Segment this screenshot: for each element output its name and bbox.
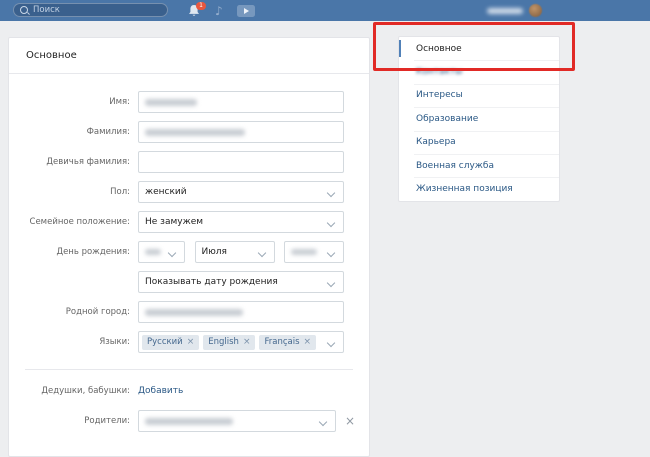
redacted-value	[145, 309, 243, 316]
redacted-value	[145, 418, 233, 425]
section-divider	[25, 369, 353, 370]
first-name-label: Имя:	[9, 97, 138, 107]
page-title: Основное	[26, 50, 77, 61]
chevron-down-icon	[168, 249, 176, 257]
maiden-name-input[interactable]	[138, 151, 344, 173]
video-play-icon[interactable]	[237, 5, 255, 17]
chevron-down-icon	[327, 249, 335, 257]
music-note-icon[interactable]: ♪	[215, 5, 223, 17]
menu-item-osnovnoe[interactable]: Основное	[399, 37, 559, 60]
last-name-input[interactable]	[138, 121, 344, 143]
menu-item-label: Основное	[416, 44, 462, 54]
menu-item-label: Интересы	[416, 90, 463, 100]
redacted-value	[145, 129, 245, 136]
first-name-input[interactable]	[138, 91, 344, 113]
chevron-down-icon	[327, 279, 335, 287]
languages-label: Языки:	[9, 337, 138, 347]
panel-header: Основное	[9, 38, 369, 74]
remove-parents-icon[interactable]: ×	[345, 415, 355, 427]
search-icon	[20, 6, 28, 14]
search-placeholder: Поиск	[33, 5, 60, 15]
language-chip-label: Русский	[147, 337, 183, 347]
marital-status-label: Семейное положение:	[9, 217, 138, 227]
maiden-name-label: Девичья фамилия:	[9, 157, 138, 167]
redacted-value	[291, 249, 317, 255]
menu-item-interesy[interactable]: Интересы	[399, 84, 559, 107]
menu-item-label: Образование	[416, 114, 478, 124]
gender-select[interactable]: женский	[138, 181, 344, 203]
redacted-value	[145, 99, 197, 106]
form-row-birthday-visibility: Показывать дату рождения	[9, 271, 369, 293]
notifications-bell-icon[interactable]: 1	[187, 3, 201, 18]
settings-panel: Основное Имя: Фамилия: Девичья фамилия: …	[8, 37, 370, 457]
home-city-input[interactable]	[138, 301, 344, 323]
birthday-day-select[interactable]	[138, 241, 185, 263]
menu-item-label: Контакты	[416, 67, 462, 77]
language-chip: English ×	[203, 335, 255, 350]
search-input[interactable]: Поиск	[13, 3, 168, 17]
play-triangle-icon	[244, 8, 249, 14]
form-row-home-city: Родной город:	[9, 301, 369, 323]
home-city-label: Родной город:	[9, 307, 138, 317]
last-name-label: Фамилия:	[9, 127, 138, 137]
menu-item-karera[interactable]: Карьера	[399, 131, 559, 154]
remove-chip-icon[interactable]: ×	[187, 337, 195, 347]
chevron-down-icon	[319, 418, 327, 426]
notifications-badge: 1	[196, 2, 206, 10]
language-chip: Français ×	[259, 335, 316, 350]
language-chip: Русский ×	[142, 335, 199, 350]
top-navigation-bar: Поиск 1 ♪	[0, 0, 650, 21]
language-chip-label: English	[208, 337, 239, 347]
form-row-gender: Пол: женский	[9, 181, 369, 203]
user-menu[interactable]	[487, 0, 542, 21]
profile-form: Имя: Фамилия: Девичья фамилия: Пол: женс…	[9, 74, 369, 432]
form-row-maiden-name: Девичья фамилия:	[9, 151, 369, 173]
gender-label: Пол:	[9, 187, 138, 197]
form-row-marital-status: Семейное положение: Не замужем	[9, 211, 369, 233]
birthday-month-value: Июля	[202, 247, 227, 257]
redacted-value	[145, 249, 161, 255]
remove-chip-icon[interactable]: ×	[243, 337, 251, 347]
form-row-languages: Языки: Русский × English × Français ×	[9, 331, 369, 353]
chevron-down-icon	[327, 189, 335, 197]
form-row-birthday: День рождения: Июля	[9, 241, 369, 263]
menu-item-obrazovanie[interactable]: Образование	[399, 107, 559, 130]
birthday-visibility-value: Показывать дату рождения	[145, 277, 278, 287]
menu-item-zhiznennaya-pozitsiya[interactable]: Жизненная позиция	[399, 177, 559, 200]
form-row-parents: Родители: ×	[9, 410, 369, 432]
menu-item-label: Карьера	[416, 137, 456, 147]
chevron-down-icon	[327, 339, 335, 347]
gender-value: женский	[145, 187, 187, 197]
chevron-down-icon	[257, 249, 265, 257]
menu-item-label: Жизненная позиция	[416, 184, 513, 194]
remove-chip-icon[interactable]: ×	[304, 337, 312, 347]
marital-status-value: Не замужем	[145, 217, 203, 227]
birthday-month-select[interactable]: Июля	[195, 241, 275, 263]
menu-item-label: Военная служба	[416, 161, 494, 171]
birthday-label: День рождения:	[9, 247, 138, 257]
chevron-down-icon	[327, 219, 335, 227]
user-name-redacted	[487, 8, 523, 14]
marital-status-select[interactable]: Не замужем	[138, 211, 344, 233]
grandparents-label: Дедушки, бабушки:	[9, 386, 138, 396]
birthday-visibility-select[interactable]: Показывать дату рождения	[138, 271, 344, 293]
avatar[interactable]	[529, 4, 542, 17]
language-chip-label: Français	[264, 337, 299, 347]
languages-select[interactable]: Русский × English × Français ×	[138, 331, 344, 353]
form-row-first-name: Имя:	[9, 91, 369, 113]
parents-label: Родители:	[9, 416, 138, 426]
menu-item-kontakty[interactable]: Контакты	[399, 60, 559, 83]
birthday-year-select[interactable]	[284, 241, 344, 263]
form-row-last-name: Фамилия:	[9, 121, 369, 143]
form-row-grandparents: Дедушки, бабушки: Добавить	[9, 380, 369, 402]
add-grandparents-link[interactable]: Добавить	[138, 386, 183, 396]
menu-item-voennaya-sluzhba[interactable]: Военная служба	[399, 154, 559, 177]
parents-select[interactable]	[138, 410, 336, 432]
settings-nav-menu: Основное Контакты Интересы Образование К…	[398, 36, 560, 202]
